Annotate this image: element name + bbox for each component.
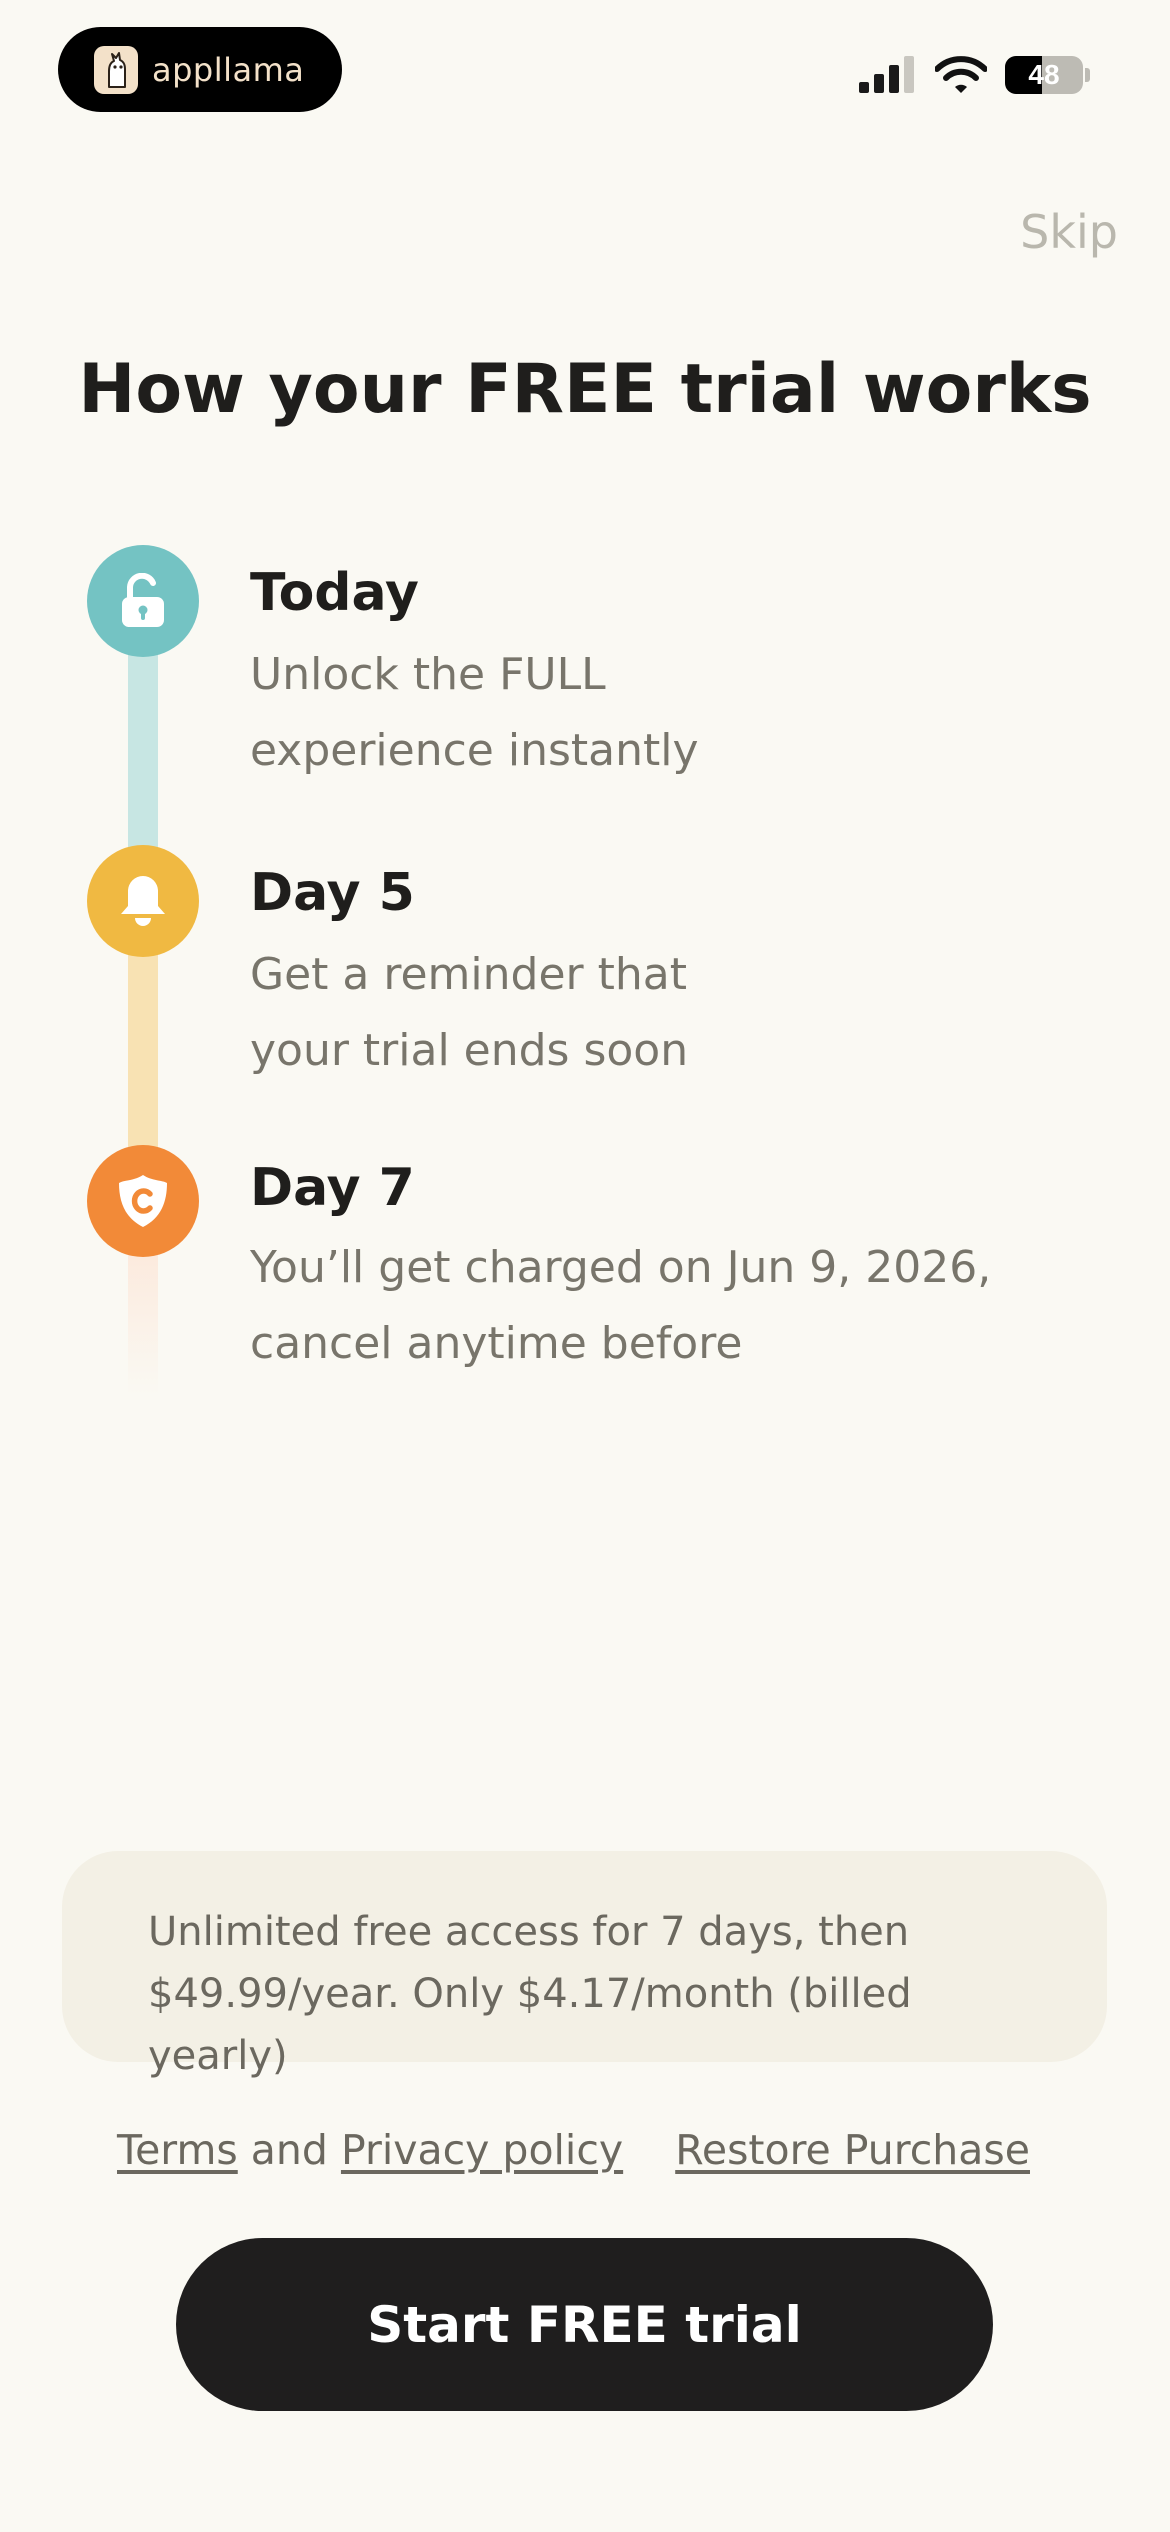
step-description-line: You’ll get charged on Jun 9, 2026,	[250, 1242, 992, 1293]
coin-shield-icon	[87, 1145, 199, 1257]
step-description: Unlock the FULL experience instantly	[250, 637, 1070, 789]
step-description-line: your trial ends soon	[250, 1025, 689, 1076]
page-title: How your FREE trial works	[78, 350, 1092, 429]
brand-pill: appllama	[58, 27, 342, 112]
pricing-info-line: $49.99/year. Only $4.17/month (billed ye…	[148, 1971, 912, 2079]
pricing-info-box: Unlimited free access for 7 days, then $…	[62, 1851, 1107, 2079]
llama-logo-icon	[94, 45, 138, 94]
step-description: Get a reminder that your trial ends soon	[250, 937, 1070, 1089]
status-bar: appllama 48	[0, 0, 1170, 140]
privacy-policy-link[interactable]: Privacy policy	[341, 2126, 623, 2174]
bell-icon	[87, 845, 199, 957]
restore-purchase-link[interactable]: Restore Purchase	[675, 2126, 1030, 2174]
unlock-icon	[87, 545, 199, 657]
step-heading: Day 5	[250, 863, 415, 923]
step-description-line: cancel anytime before	[250, 1318, 743, 1369]
status-icons: 48	[857, 55, 1090, 95]
step-description-line: experience instantly	[250, 725, 699, 776]
and-text: and	[237, 2126, 341, 2174]
step-description-line: Get a reminder that	[250, 949, 687, 1000]
battery-level: 48	[1028, 59, 1060, 90]
step-heading: Today	[250, 563, 419, 623]
terms-link[interactable]: Terms	[117, 2126, 238, 2174]
step-description: You’ll get charged on Jun 9, 2026, cance…	[250, 1230, 1070, 1382]
brand-name: appllama	[152, 50, 305, 89]
wifi-icon	[935, 56, 987, 93]
timeline-track	[128, 625, 158, 855]
legal-links-row: Terms and Privacy policy Restore Purchas…	[0, 2126, 1170, 2186]
battery-icon: 48	[1005, 56, 1083, 94]
battery-cap	[1085, 68, 1090, 82]
timeline-track	[128, 925, 158, 1155]
start-free-trial-button[interactable]: Start FREE trial	[176, 2238, 993, 2411]
cellular-signal-icon	[859, 56, 914, 93]
step-description-line: Unlock the FULL	[250, 649, 606, 700]
pricing-info-line: Unlimited free access for 7 days, then	[148, 1909, 910, 1955]
skip-button[interactable]: Skip	[1020, 205, 1118, 259]
legal-links: Terms and Privacy policy	[117, 2126, 623, 2174]
step-heading: Day 7	[250, 1158, 415, 1218]
trial-timeline: Today Unlock the FULL experience instant…	[0, 545, 1170, 1405]
